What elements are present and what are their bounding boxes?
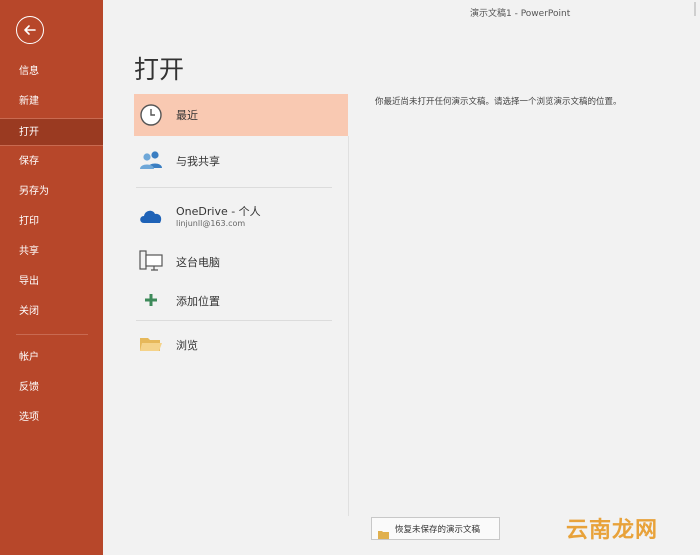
people-icon <box>138 147 164 173</box>
location-label: OneDrive - 个人 <box>176 205 261 218</box>
plus-icon <box>138 287 164 313</box>
location-onedrive[interactable]: OneDrive - 个人 linjunll@163.com <box>134 196 348 236</box>
location-this-pc[interactable]: 这台电脑 <box>134 246 348 276</box>
locations-divider <box>136 187 332 188</box>
nav-item-open[interactable]: 打开 <box>0 118 103 146</box>
nav-item-new[interactable]: 新建 <box>0 88 103 116</box>
nav-item-options[interactable]: 选项 <box>0 404 103 432</box>
location-label: 浏览 <box>176 339 198 352</box>
recover-unsaved-button[interactable]: 恢复未保存的演示文稿 <box>371 517 500 540</box>
location-label: 这台电脑 <box>176 256 220 269</box>
location-shared-with-me[interactable]: 与我共享 <box>134 142 348 178</box>
window-scrollbar[interactable] <box>690 0 700 22</box>
location-recent[interactable]: 最近 <box>134 94 348 136</box>
page-title: 打开 <box>134 55 185 84</box>
window-title: 演示文稿1 - PowerPoint <box>470 9 571 19</box>
location-label: 添加位置 <box>176 295 220 308</box>
empty-recent-message: 你最近尚未打开任何演示文稿。请选择一个浏览演示文稿的位置。 <box>375 97 622 107</box>
location-label: 最近 <box>176 109 198 122</box>
nav-item-account[interactable]: 帐户 <box>0 344 103 372</box>
nav-item-info[interactable]: 信息 <box>0 58 103 86</box>
watermark-text: 云南龙网 <box>566 518 659 543</box>
location-label: 与我共享 <box>176 155 220 168</box>
account-email: linjunll@163.com <box>176 219 246 228</box>
location-add-place[interactable]: 添加位置 <box>134 286 348 314</box>
back-button[interactable] <box>16 16 44 44</box>
nav-item-print[interactable]: 打印 <box>0 208 103 236</box>
pane-divider <box>348 136 349 516</box>
nav-item-save-as[interactable]: 另存为 <box>0 178 103 206</box>
arrow-left-icon <box>24 25 36 35</box>
computer-icon <box>138 248 164 274</box>
backstage-sidebar: 信息 新建 打开 保存 另存为 打印 共享 导出 关闭 帐户 反馈 选项 <box>0 0 103 555</box>
nav-item-feedback[interactable]: 反馈 <box>0 374 103 402</box>
nav-item-close[interactable]: 关闭 <box>0 298 103 326</box>
onedrive-cloud-icon <box>138 203 164 229</box>
location-browse[interactable]: 浏览 <box>134 330 348 358</box>
nav-item-save[interactable]: 保存 <box>0 148 103 176</box>
nav-item-share[interactable]: 共享 <box>0 238 103 266</box>
sidebar-divider <box>16 334 88 335</box>
nav-item-export[interactable]: 导出 <box>0 268 103 296</box>
recover-unsaved-label: 恢复未保存的演示文稿 <box>395 524 481 535</box>
folder-icon <box>378 524 390 539</box>
locations-divider <box>136 320 332 321</box>
clock-icon <box>138 102 164 128</box>
folder-icon <box>138 331 164 357</box>
